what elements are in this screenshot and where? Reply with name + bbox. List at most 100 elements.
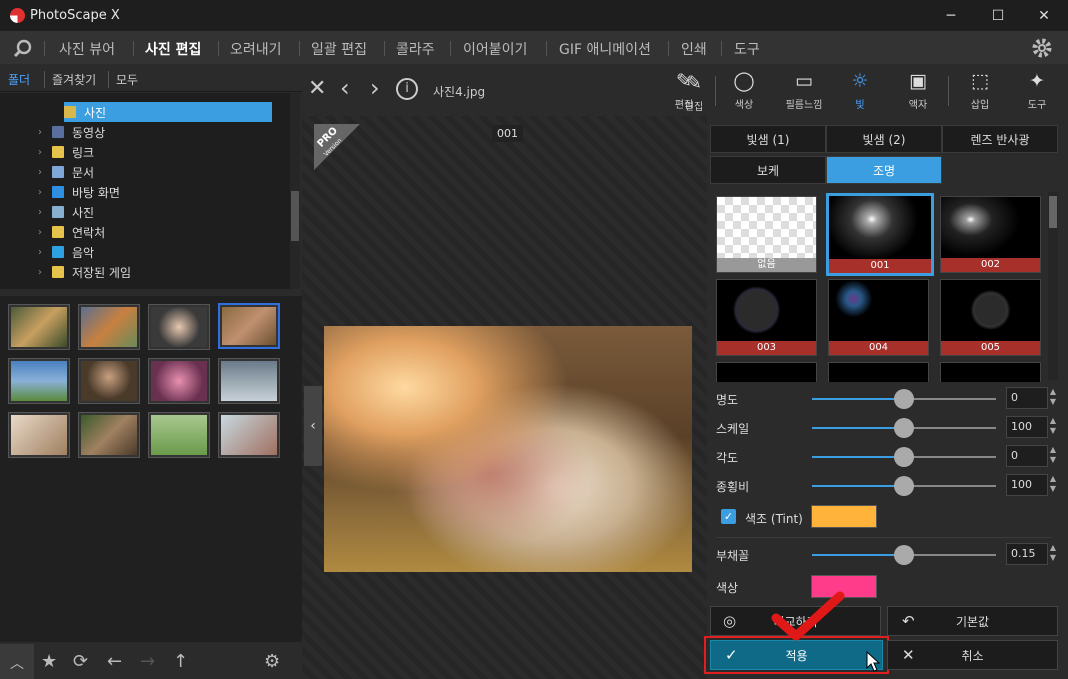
thumbnail[interactable] [78, 412, 140, 458]
thumbnail[interactable] [148, 304, 210, 350]
menu-batch[interactable]: 일괄 편집 [311, 39, 367, 59]
effect-003[interactable]: 003 [716, 279, 817, 356]
stepper-icon[interactable]: ▲ ▼ [1048, 474, 1058, 496]
slider-knob[interactable] [894, 418, 914, 438]
star-icon[interactable]: ★ [41, 651, 57, 672]
menu-combine[interactable]: 이어붙이기 [463, 39, 527, 59]
menu-photo-viewer[interactable]: 사진 뷰어 [59, 39, 115, 59]
value-field[interactable]: 0 [1006, 387, 1048, 409]
effect-more[interactable] [940, 362, 1041, 382]
collapse-panel-button[interactable]: ‹ [304, 386, 322, 466]
menu-cutout[interactable]: 오려내기 [230, 39, 282, 59]
chevron-up-icon[interactable]: ︿ [10, 653, 24, 673]
close-button[interactable]: ✕ [1021, 0, 1067, 31]
arrow-right-icon[interactable]: → [140, 651, 155, 672]
search-icon[interactable] [13, 38, 33, 58]
effect-004[interactable]: 004 [828, 279, 929, 356]
tab-favorites[interactable]: 즐겨찾기 [44, 71, 96, 88]
tab-bokeh[interactable]: 보케 [710, 156, 826, 184]
effect-005[interactable]: 005 [940, 279, 1041, 356]
value-field[interactable]: 0 [1006, 445, 1048, 467]
chevron-right-icon[interactable]: › [38, 127, 52, 138]
thumbnail[interactable] [8, 412, 70, 458]
reset-button[interactable]: ↶ 기본값 [887, 606, 1058, 636]
thumbnail[interactable] [218, 358, 280, 404]
tab-lightleak-2[interactable]: 빛샘 (2) [826, 125, 942, 153]
effect-more[interactable] [716, 362, 817, 382]
arrow-up-icon[interactable]: ↑ [173, 651, 188, 672]
chevron-right-icon[interactable]: › [38, 167, 52, 178]
effect-none[interactable]: 없음 [716, 196, 817, 273]
previous-icon[interactable]: ‹ [340, 74, 350, 102]
effect-scrollbar[interactable] [1048, 192, 1058, 380]
effect-more[interactable] [828, 362, 929, 382]
tool-light[interactable]: ☼ 빛 [838, 70, 882, 111]
thumbnail[interactable] [8, 304, 70, 350]
thumbnail[interactable] [218, 412, 280, 458]
tab-lighting[interactable]: 조명 [826, 156, 942, 184]
effect-001-selected[interactable]: 001 [826, 193, 934, 276]
tint-color-swatch[interactable] [811, 505, 877, 528]
tree-item[interactable]: › 바탕 화면 [38, 182, 120, 202]
thumbnail-selected[interactable] [218, 303, 280, 349]
tool-film[interactable]: ▭ 필름느낌 [781, 70, 827, 111]
value-field[interactable]: 100 [1006, 474, 1048, 496]
value-field[interactable]: 0.15 [1006, 543, 1048, 565]
menu-tools[interactable]: 도구 [734, 39, 760, 59]
menu-print[interactable]: 인쇄 [681, 39, 707, 59]
tool-frame[interactable]: ▣ 액자 [896, 70, 940, 111]
refresh-icon[interactable]: ⟳ [73, 651, 88, 672]
edited-photo[interactable] [324, 326, 692, 572]
thumbnail[interactable] [78, 358, 140, 404]
thumbnail[interactable] [8, 358, 70, 404]
gear-icon[interactable]: ⚙ [264, 651, 280, 672]
slider-brightness[interactable]: 명도 0 ▲ ▼ [716, 387, 1061, 411]
tool-color[interactable]: ◯ 색상 [722, 70, 766, 111]
stepper-icon[interactable]: ▲ ▼ [1048, 445, 1058, 467]
tree-item[interactable]: › 음악 [38, 242, 94, 262]
tree-item[interactable]: › 사진 [38, 202, 94, 222]
tree-scrollbar[interactable] [290, 93, 300, 289]
value-field[interactable]: 100 [1006, 416, 1048, 438]
tree-item[interactable]: › 동영상 [38, 122, 105, 142]
tree-item-photos-selected[interactable]: 사진 [64, 102, 272, 122]
settings-gear-icon[interactable] [1031, 37, 1053, 59]
tree-item[interactable]: › 문서 [38, 162, 94, 182]
slider-knob[interactable] [894, 545, 914, 565]
tab-lightleak-1[interactable]: 빛샘 (1) [710, 125, 826, 153]
tab-all[interactable]: 모두 [108, 71, 138, 88]
menu-collage[interactable]: 콜라주 [396, 39, 435, 59]
stepper-icon[interactable]: ▲ ▼ [1048, 543, 1058, 565]
slider-angle[interactable]: 각도 0 ▲ ▼ [716, 445, 1061, 469]
slider-scale[interactable]: 스케일 100 ▲ ▼ [716, 416, 1061, 440]
close-icon[interactable]: ✕ [308, 76, 326, 101]
effect-002[interactable]: 002 [940, 196, 1041, 273]
slider-fan[interactable]: 부채꼴 0.15 ▲ ▼ [716, 543, 1061, 567]
menu-photo-editor[interactable]: 사진 편집 [145, 39, 201, 59]
next-icon[interactable]: › [370, 74, 380, 102]
slider-knob[interactable] [894, 447, 914, 467]
stepper-icon[interactable]: ▲ ▼ [1048, 416, 1058, 438]
info-icon[interactable]: i [396, 78, 418, 100]
tint-checkbox[interactable]: ✓ [721, 509, 736, 524]
tool-insert[interactable]: ⬚ 삽입 [958, 70, 1002, 111]
chevron-right-icon[interactable]: › [38, 267, 52, 278]
chevron-right-icon[interactable]: › [38, 227, 52, 238]
tree-item[interactable]: › 연락처 [38, 222, 105, 242]
chevron-right-icon[interactable]: › [38, 187, 52, 198]
canvas[interactable]: PRO Version 001 ‹ [302, 116, 707, 679]
slider-knob[interactable] [894, 389, 914, 409]
tree-item[interactable]: › 저장된 게임 [38, 262, 131, 282]
thumbnail[interactable] [148, 358, 210, 404]
slider-knob[interactable] [894, 476, 914, 496]
thumbnail[interactable] [78, 304, 140, 350]
stepper-icon[interactable]: ▲ ▼ [1048, 387, 1058, 409]
chevron-right-icon[interactable]: › [38, 247, 52, 258]
slider-aspect[interactable]: 종횡비 100 ▲ ▼ [716, 474, 1061, 498]
thumbnail[interactable] [148, 412, 210, 458]
arrow-left-icon[interactable]: ← [107, 651, 122, 672]
tab-folder[interactable]: 폴더 [8, 71, 30, 88]
tree-item[interactable]: › 링크 [38, 142, 94, 162]
chevron-right-icon[interactable]: › [38, 147, 52, 158]
chevron-right-icon[interactable]: › [38, 207, 52, 218]
